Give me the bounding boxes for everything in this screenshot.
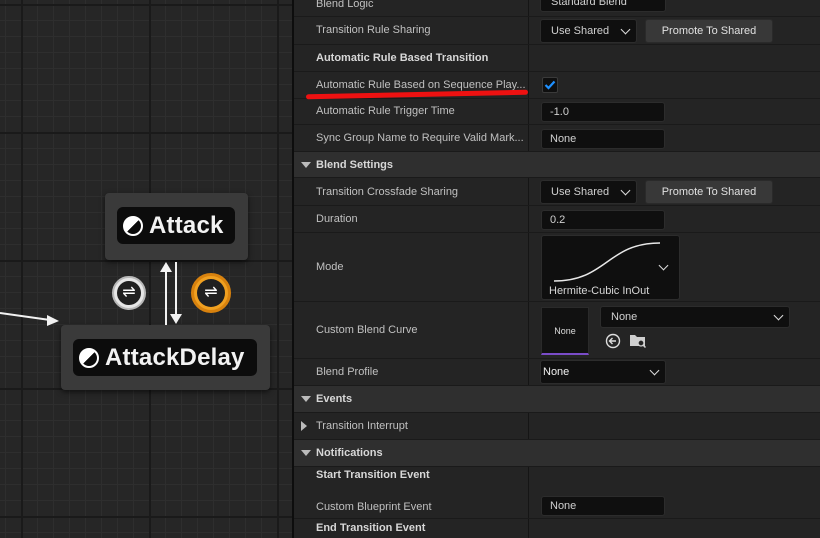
asset-thumbnail[interactable]: None	[541, 307, 589, 355]
blend-logic-label: Blend Logic	[316, 0, 374, 10]
row-end-transition-event: End Transition Event	[294, 519, 820, 538]
row-blend-profile: Blend Profile None	[294, 359, 820, 386]
row-custom-blueprint-event: Custom Blueprint Event None	[294, 492, 820, 519]
row-auto-rule-trigger: Automatic Rule Trigger Time -1.0	[294, 99, 820, 125]
mode-label: Mode	[316, 261, 344, 273]
start-transition-event-label: Start Transition Event	[316, 469, 430, 481]
notifications-header: Notifications	[316, 447, 383, 459]
row-custom-blend-curve: Custom Blend Curve None None	[294, 302, 820, 359]
mode-curve-combo[interactable]: Hermite-Cubic InOut	[541, 235, 680, 300]
transition-arrows	[0, 262, 182, 326]
app-root: Attack AttackDelay ⇌ ⇌ Blend Logic Stand…	[0, 0, 820, 538]
duration-input[interactable]: 0.2	[541, 210, 665, 230]
crossfade-sharing-combo[interactable]: Use Shared	[540, 180, 637, 204]
use-selected-asset-icon[interactable]	[605, 333, 621, 349]
chevron-down-icon	[620, 185, 631, 196]
blend-profile-combo[interactable]: None	[540, 360, 666, 384]
details-panel: Blend Logic Standard Blend Transition Ru…	[294, 0, 820, 538]
transition-rule-sharing-combo[interactable]: Use Shared	[540, 19, 637, 43]
row-transition-interrupt[interactable]: Transition Interrupt	[294, 413, 820, 440]
row-mode: Mode Hermite-Cubic InOut	[294, 233, 820, 302]
events-header: Events	[316, 393, 353, 405]
row-auto-rule-header: Automatic Rule Based Transition	[294, 45, 820, 72]
row-start-transition-event: Start Transition Event	[294, 467, 820, 492]
chevron-down-icon	[773, 310, 784, 321]
row-blend-logic: Blend Logic Standard Blend	[294, 0, 820, 17]
transition-rule-sharing-label: Transition Rule Sharing	[316, 24, 431, 36]
transition-interrupt-label: Transition Interrupt	[316, 420, 408, 432]
duration-label: Duration	[316, 213, 358, 225]
sync-group-input[interactable]: None	[541, 129, 665, 149]
checkmark-icon	[544, 80, 556, 90]
auto-rule-trigger-label: Automatic Rule Trigger Time	[316, 105, 455, 117]
collapse-caret-icon[interactable]	[301, 162, 311, 168]
custom-blueprint-event-label: Custom Blueprint Event	[316, 501, 432, 513]
auto-rule-seq-checkbox[interactable]	[542, 77, 558, 93]
chevron-down-icon	[649, 365, 660, 376]
state-machine-graph[interactable]: Attack AttackDelay ⇌ ⇌	[0, 0, 292, 538]
promote-to-shared-button[interactable]: Promote To Shared	[645, 19, 773, 43]
row-transition-rule-sharing: Transition Rule Sharing Use Shared Promo…	[294, 17, 820, 45]
auto-rule-seq-label: Automatic Rule Based on Sequence Play...	[316, 79, 526, 91]
chevron-down-icon	[620, 24, 631, 35]
promote-to-shared-button[interactable]: Promote To Shared	[645, 180, 773, 204]
auto-rule-trigger-input[interactable]: -1.0	[541, 102, 665, 122]
custom-blueprint-event-input[interactable]: None	[541, 496, 665, 516]
crossfade-sharing-label: Transition Crossfade Sharing	[316, 186, 459, 198]
blend-logic-combo[interactable]: Standard Blend	[540, 0, 666, 12]
section-notifications[interactable]: Notifications	[294, 440, 820, 467]
row-sync-group: Sync Group Name to Require Valid Mark...…	[294, 125, 820, 152]
auto-rule-subheader: Automatic Rule Based Transition	[316, 52, 489, 64]
custom-blend-curve-label: Custom Blend Curve	[316, 324, 418, 336]
expand-caret-icon[interactable]	[301, 421, 307, 431]
end-transition-event-label: End Transition Event	[316, 522, 426, 534]
row-duration: Duration 0.2	[294, 206, 820, 233]
section-blend-settings[interactable]: Blend Settings	[294, 152, 820, 178]
collapse-caret-icon[interactable]	[301, 450, 311, 456]
row-crossfade-sharing: Transition Crossfade Sharing Use Shared …	[294, 178, 820, 206]
browse-asset-icon[interactable]	[629, 333, 647, 349]
blend-profile-label: Blend Profile	[316, 366, 379, 378]
custom-blend-curve-combo[interactable]: None	[600, 306, 790, 328]
section-events[interactable]: Events	[294, 386, 820, 413]
hermite-curve-icon	[553, 242, 661, 282]
mode-value: Hermite-Cubic InOut	[549, 285, 650, 297]
collapse-caret-icon[interactable]	[301, 396, 311, 402]
sync-group-label: Sync Group Name to Require Valid Mark...	[316, 132, 524, 144]
blend-settings-header: Blend Settings	[316, 159, 394, 171]
